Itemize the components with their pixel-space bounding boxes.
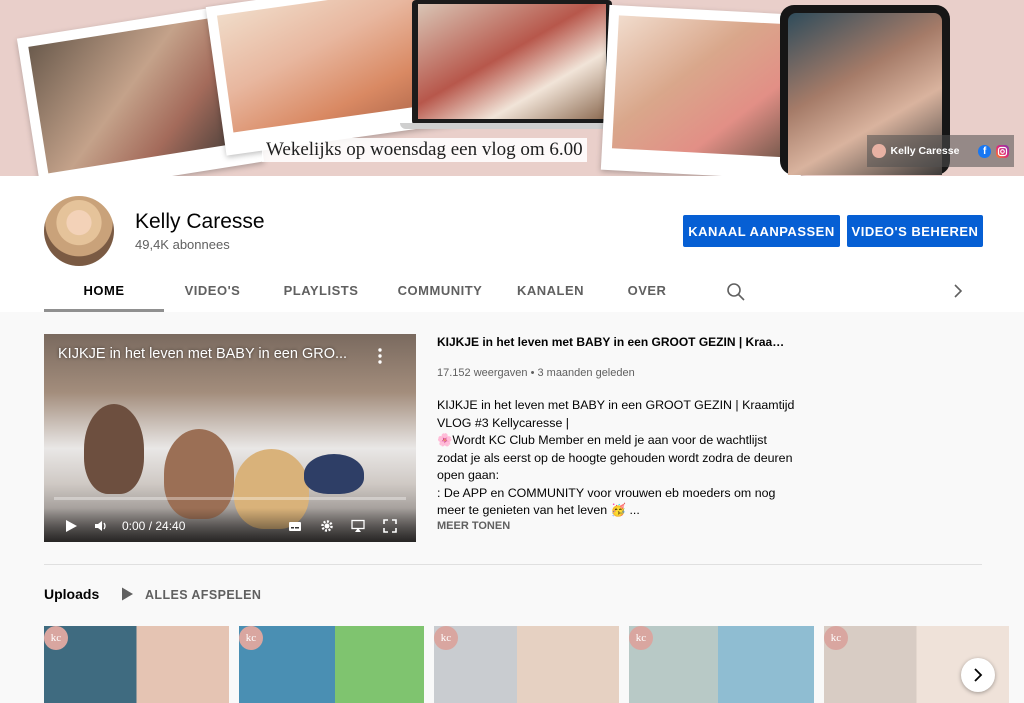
description-line: VLOG #3 Kellycaresse | xyxy=(437,415,570,430)
player-video-title[interactable]: KIJKJE in het leven met BABY in een GRO.… xyxy=(58,346,347,362)
channel-name: Kelly Caresse xyxy=(135,210,265,233)
show-more-link[interactable]: MEER TONEN xyxy=(437,520,510,532)
facebook-icon[interactable]: f xyxy=(978,144,991,158)
section-divider xyxy=(44,564,982,565)
banner-link-name[interactable]: Kelly Caresse xyxy=(891,145,960,157)
uploads-shelf: kc kc kc kc kc xyxy=(44,626,1009,703)
channel-banner: Wekelijks op woensdag een vlog om 6.00 K… xyxy=(0,0,1024,176)
kc-logo-badge: kc xyxy=(239,626,263,650)
fullscreen-icon[interactable] xyxy=(383,519,397,533)
video-thumbnail[interactable]: kc xyxy=(629,626,814,703)
chevron-right-icon xyxy=(974,668,983,682)
manage-videos-button[interactable]: VIDEO'S BEHEREN xyxy=(847,215,983,247)
airplay-icon[interactable] xyxy=(351,519,365,533)
video-scene-child xyxy=(164,429,234,519)
kc-logo-badge: kc xyxy=(629,626,653,650)
banner-laptop xyxy=(412,0,612,125)
tab-playlists[interactable]: PLAYLISTS xyxy=(261,271,381,312)
customize-channel-button[interactable]: KANAAL AANPASSEN xyxy=(683,215,840,247)
description-line: KIJKJE in het leven met BABY in een GROO… xyxy=(437,398,795,412)
channel-avatar xyxy=(44,196,114,266)
banner-laptop-base xyxy=(400,123,624,129)
featured-video-meta: 17.152 weergaven • 3 maanden geleden xyxy=(437,367,635,379)
kc-logo-badge: kc xyxy=(44,626,68,650)
video-scene-blanket xyxy=(304,454,364,494)
tab-videos[interactable]: VIDEO'S xyxy=(164,271,261,312)
video-scene-child xyxy=(84,404,144,494)
tab-home[interactable]: HOME xyxy=(44,271,164,312)
featured-video-player[interactable]: KIJKJE in het leven met BABY in een GRO.… xyxy=(44,334,416,542)
more-vert-icon[interactable] xyxy=(374,347,386,365)
description-line: zodat je als eerst op de hoogte gehouden… xyxy=(437,450,793,465)
chevron-right-icon[interactable] xyxy=(950,283,966,299)
settings-gear-icon[interactable] xyxy=(320,519,334,533)
instagram-icon[interactable] xyxy=(996,144,1009,158)
featured-video-description: KIJKJE in het leven met BABY in een GROO… xyxy=(437,397,797,520)
description-line: meer te genieten van het leven 🥳 ... xyxy=(437,503,640,517)
channel-tabs: HOME VIDEO'S PLAYLISTS COMMUNITY KANALEN… xyxy=(44,271,692,312)
kc-logo-badge: kc xyxy=(434,626,458,650)
play-icon[interactable] xyxy=(121,587,134,601)
play-icon[interactable] xyxy=(64,519,78,533)
subscriber-count: 49,4K abonnees xyxy=(135,237,230,252)
banner-tagline: Wekelijks op woensdag een vlog om 6.00 xyxy=(262,138,587,162)
subtitles-icon[interactable] xyxy=(288,519,302,533)
banner-photo-kids xyxy=(600,4,810,176)
volume-icon[interactable] xyxy=(94,519,108,533)
tab-community[interactable]: COMMUNITY xyxy=(381,271,499,312)
tab-about[interactable]: OVER xyxy=(602,271,692,312)
kc-logo-badge: kc xyxy=(824,626,848,650)
search-icon[interactable] xyxy=(726,282,746,302)
banner-links[interactable]: Kelly Caresse f xyxy=(867,135,1014,167)
banner-link-avatar xyxy=(872,144,886,158)
description-line: 🌸Wordt KC Club Member en meld je aan voo… xyxy=(437,433,767,447)
video-thumbnail[interactable]: kc xyxy=(434,626,619,703)
featured-video-title[interactable]: KIJKJE in het leven met BABY in een GROO… xyxy=(437,335,787,349)
player-time: 0:00 / 24:40 xyxy=(122,519,186,533)
description-line: open gaan: xyxy=(437,468,500,482)
progress-bar[interactable] xyxy=(54,497,406,500)
video-thumbnail[interactable]: kc xyxy=(44,626,229,703)
shelf-next-button[interactable] xyxy=(961,658,995,692)
tab-channels[interactable]: KANALEN xyxy=(499,271,602,312)
play-all-button[interactable]: ALLES AFSPELEN xyxy=(145,588,261,602)
uploads-title: Uploads xyxy=(44,586,100,602)
description-line: : De APP en COMMUNITY voor vrouwen eb mo… xyxy=(437,485,776,500)
video-thumbnail[interactable]: kc xyxy=(239,626,424,703)
